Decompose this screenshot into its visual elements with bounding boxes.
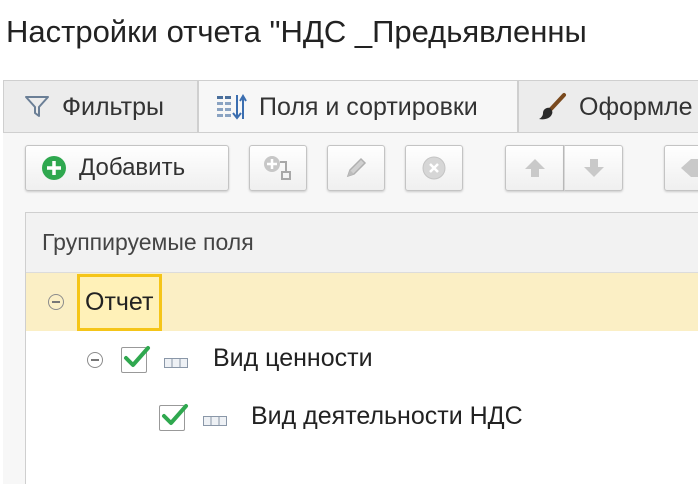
tab-fields-and-sorting-label: Поля и сортировки: [259, 92, 478, 121]
collapse-icon[interactable]: [48, 294, 64, 310]
edit-button[interactable]: [327, 145, 385, 191]
grouped-fields-table: Группируемые поля Отчет Вид ценности Вид…: [25, 212, 698, 484]
arrow-up-icon: [522, 155, 548, 181]
table-row[interactable]: Вид деятельности НДС: [26, 389, 698, 447]
funnel-icon: [24, 94, 50, 120]
add-button[interactable]: Добавить: [25, 145, 229, 191]
table-row[interactable]: Вид ценности: [26, 331, 698, 389]
row-label: Вид ценности: [213, 344, 373, 372]
delete-button[interactable]: [405, 145, 463, 191]
checkmark-icon: [124, 346, 150, 367]
tab-fields-and-sorting[interactable]: Поля и сортировки: [198, 80, 518, 133]
tag-icon: [679, 155, 698, 181]
fields-sort-icon: [215, 91, 247, 123]
field-icon: [164, 355, 188, 368]
field-icon: [203, 413, 227, 426]
tab-filters-label: Фильтры: [62, 92, 164, 121]
table-header-label: Группируемые поля: [42, 229, 254, 255]
row-checkbox[interactable]: [121, 346, 150, 373]
add-icon: [41, 155, 67, 181]
delete-icon: [421, 155, 447, 181]
paintbrush-icon: [537, 92, 567, 122]
table-row[interactable]: Отчет: [26, 273, 698, 331]
row-label: Вид деятельности НДС: [251, 402, 523, 430]
window-title: Настройки отчета "НДС _Предьявленны: [6, 14, 587, 49]
tab-appearance-label: Оформле: [579, 92, 693, 121]
row-label: Отчет: [85, 288, 154, 316]
table-header: Группируемые поля: [26, 213, 698, 273]
move-up-button[interactable]: [505, 145, 564, 191]
collapse-icon[interactable]: [87, 352, 103, 368]
add-group-icon: [261, 153, 295, 183]
add-group-button[interactable]: [249, 145, 307, 191]
add-button-label: Добавить: [79, 154, 186, 181]
arrow-down-icon: [581, 155, 607, 181]
tab-appearance[interactable]: Оформле: [518, 80, 698, 133]
pencil-icon: [343, 155, 369, 181]
tab-filters[interactable]: Фильтры: [3, 80, 198, 133]
more-button[interactable]: [664, 145, 698, 191]
focused-cell[interactable]: Отчет: [77, 274, 162, 331]
checkmark-icon: [162, 404, 188, 425]
row-checkbox[interactable]: [159, 404, 188, 431]
move-down-button[interactable]: [564, 145, 623, 191]
